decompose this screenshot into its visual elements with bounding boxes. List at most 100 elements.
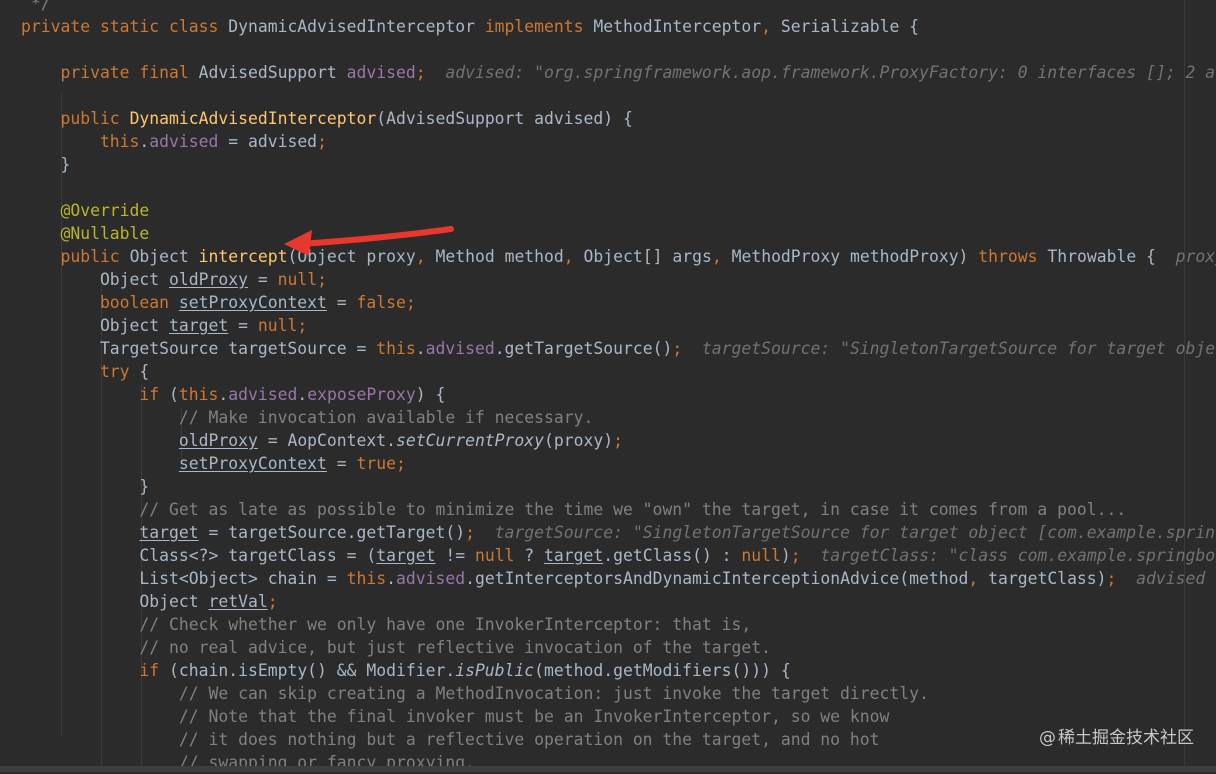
code-line[interactable]: */ [21, 0, 1216, 15]
code-token: ; [790, 546, 801, 565]
code-token: private static class [21, 17, 229, 36]
code-line[interactable]: Object target = null; [21, 314, 1216, 337]
code-line[interactable]: if (this.advised.exposeProxy) { [21, 383, 1216, 406]
code-token: advised [149, 132, 219, 151]
code-token: . [218, 385, 229, 404]
code-token: intercept [198, 247, 288, 266]
code-token: advised [346, 63, 416, 82]
code-token: ; [415, 63, 426, 82]
code-token: TargetSource targetSource = [21, 339, 377, 358]
code-token: try [21, 362, 140, 381]
code-token: AdvisedSupport [198, 63, 347, 82]
code-line[interactable]: this.advised = advised; [21, 130, 1216, 153]
code-token: , [761, 17, 781, 36]
code-token: ( [169, 385, 179, 404]
code-token: oldProxy [178, 431, 258, 450]
code-line[interactable]: // Make invocation available if necessar… [21, 406, 1216, 429]
code-token: Class<?> targetClass = ( [21, 546, 377, 565]
code-token: ? [524, 546, 545, 565]
code-token: target [376, 546, 436, 565]
code-token: targetSource: "SingletonTargetSource for… [474, 523, 1216, 542]
code-token: ; [672, 339, 683, 358]
code-token: . [386, 569, 397, 588]
code-token: Object [21, 592, 209, 611]
code-token: target [139, 523, 199, 542]
code-token: ) [780, 546, 791, 565]
code-line[interactable]: Object retVal; [21, 590, 1216, 613]
code-line[interactable]: if (chain.isEmpty() && Modifier.isPublic… [21, 659, 1216, 682]
code-line[interactable] [21, 176, 1216, 199]
code-token: Object [21, 270, 170, 289]
code-token: } [21, 155, 71, 174]
code-line[interactable]: public DynamicAdvisedInterceptor(Advised… [21, 107, 1216, 130]
code-token: . [297, 385, 308, 404]
code-line[interactable]: boolean setProxyContext = false; [21, 291, 1216, 314]
code-line[interactable] [21, 84, 1216, 107]
code-token: = advised [218, 132, 318, 151]
code-line[interactable]: Object oldProxy = null; [21, 268, 1216, 291]
code-token: (Object proxy [287, 247, 416, 266]
code-token: null [741, 546, 781, 565]
code-token: throws [978, 247, 1048, 266]
code-token: targetClass: "class com.example.springbo [800, 546, 1216, 565]
code-line[interactable]: // it does nothing but a reflective oper… [21, 728, 1216, 751]
code-line[interactable]: } [21, 475, 1216, 498]
code-line[interactable]: @Nullable [21, 222, 1216, 245]
code-line[interactable]: setProxyContext = true; [21, 452, 1216, 475]
code-token: false; [356, 293, 416, 312]
code-token: // no real advice, but just reflective i… [21, 638, 771, 657]
code-token: != [435, 546, 475, 565]
code-line[interactable]: target = targetSource.getTarget(); targe… [21, 521, 1216, 544]
code-line[interactable]: public Object intercept(Object proxy, Me… [21, 245, 1216, 268]
code-token: ; [317, 132, 327, 151]
code-token: (chain.isEmpty() && Modifier. [169, 661, 456, 680]
code-line[interactable]: // Note that the final invoker must be a… [21, 705, 1216, 728]
code-token: ; [613, 431, 623, 450]
code-token: public [21, 247, 130, 266]
code-editor[interactable]: */ private static class DynamicAdvisedInt… [0, 0, 1216, 772]
code-token: oldProxy [169, 270, 248, 289]
code-token: retVal [208, 592, 268, 611]
code-token: DynamicAdvisedInterceptor [129, 109, 377, 128]
code-line[interactable]: private static class DynamicAdvisedInter… [21, 15, 1216, 38]
code-token: = targetSource.getTarget() [198, 523, 466, 542]
watermark-text: 稀土掘金技术社区 [1058, 728, 1194, 748]
code-token: // Check whether we only have one Invoke… [21, 615, 752, 634]
code-token: setProxyContext [178, 454, 327, 473]
code-token: null; [277, 270, 327, 289]
code-token: , [968, 569, 989, 588]
code-line[interactable]: try { [21, 360, 1216, 383]
code-token: // We can skip creating a MethodInvocati… [21, 684, 929, 703]
code-token: Object[] args [583, 247, 712, 266]
watermark: @ 稀土掘金技术社区 [1039, 727, 1194, 749]
code-line[interactable]: @Override [21, 199, 1216, 222]
code-token: implements [484, 17, 594, 36]
code-token: ; [465, 523, 475, 542]
code-line[interactable]: // Get as late as possible to minimize t… [21, 498, 1216, 521]
code-token: . [415, 339, 426, 358]
code-token: setProxyContext [178, 293, 327, 312]
code-token: Throwable { [1047, 247, 1156, 266]
code-line[interactable]: // no real advice, but just reflective i… [21, 636, 1216, 659]
code-line[interactable]: List<Object> chain = this.advised.getInt… [21, 567, 1216, 590]
code-token: } [21, 477, 150, 496]
code-line[interactable]: TargetSource targetSource = this.advised… [21, 337, 1216, 360]
code-line[interactable]: } [21, 153, 1216, 176]
code-line[interactable]: oldProxy = AopContext.setCurrentProxy(pr… [21, 429, 1216, 452]
code-token: */ [21, 0, 51, 13]
code-line[interactable]: Class<?> targetClass = (target != null ?… [21, 544, 1216, 567]
code-line[interactable]: // We can skip creating a MethodInvocati… [21, 682, 1216, 705]
code-line[interactable]: // Check whether we only have one Invoke… [21, 613, 1216, 636]
code-line[interactable]: private final AdvisedSupport advised; ad… [21, 61, 1216, 84]
code-token: { [139, 362, 150, 381]
code-token: .getInterceptorsAndDynamicInterceptionAd… [465, 569, 969, 588]
code-token: MethodProxy methodProxy) [731, 247, 979, 266]
code-token: target [544, 546, 604, 565]
bottom-scroll-strip [0, 766, 1216, 772]
code-token: (method.getModifiers())) { [534, 661, 791, 680]
code-token: null; [257, 316, 308, 335]
code-line[interactable] [21, 38, 1216, 61]
